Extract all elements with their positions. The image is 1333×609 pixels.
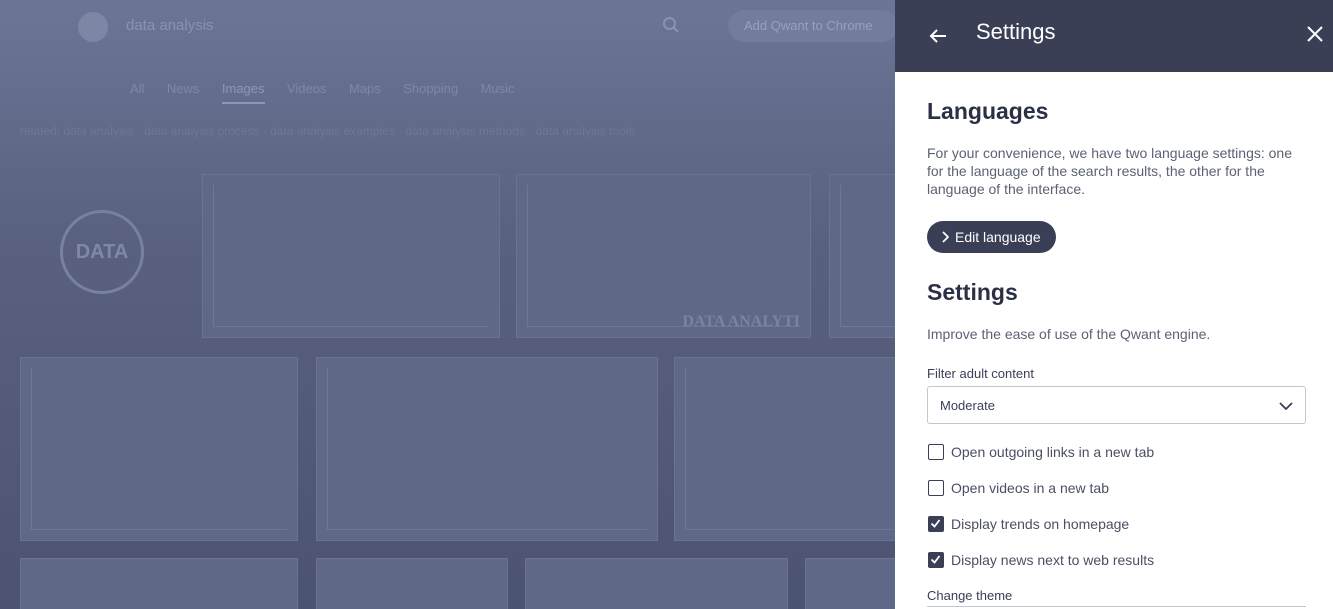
tab-news: News	[166, 81, 200, 96]
tab-all: All	[130, 81, 145, 96]
close-icon	[1307, 26, 1323, 42]
image-tile	[674, 357, 904, 541]
panel-title: Settings	[976, 19, 1056, 44]
chevron-down-icon	[1279, 399, 1293, 413]
filter-adult-value: Moderate	[940, 398, 995, 413]
filter-adult-select[interactable]: Moderate	[927, 386, 1306, 424]
settings-heading: Settings	[927, 279, 1018, 305]
edit-language-button[interactable]: Edit language	[927, 221, 1056, 253]
checkbox-checked[interactable]	[928, 516, 944, 532]
theme-select-top-edge	[927, 606, 1306, 607]
image-tile	[202, 174, 500, 338]
checkbox-unchecked[interactable]	[928, 480, 944, 496]
image-tile	[525, 558, 788, 609]
languages-description: For your convenience, we have two langua…	[927, 145, 1293, 197]
edit-language-label: Edit language	[955, 229, 1041, 245]
qwant-logo	[78, 12, 108, 42]
image-tile-logo: DATA	[60, 210, 144, 294]
filter-adult-label: Filter adult content	[927, 366, 1034, 381]
checkbox-checked[interactable]	[928, 552, 944, 568]
image-tile	[316, 357, 658, 541]
close-button[interactable]	[1305, 24, 1325, 44]
check-icon	[930, 555, 941, 564]
checkbox-label: Open videos in a new tab	[951, 480, 1109, 496]
image-tile	[316, 558, 508, 609]
tab-images: Images	[221, 81, 265, 104]
checkbox-label: Open outgoing links in a new tab	[951, 444, 1155, 460]
checkbox-label: Display trends on homepage	[951, 516, 1130, 532]
search-query: data analysis	[126, 17, 214, 34]
arrow-left-icon	[929, 29, 946, 43]
related-searches: related: data analysis · data analysis p…	[20, 124, 635, 138]
image-tile	[20, 558, 298, 609]
background-tabs: All News Images Videos Maps Shopping Mus…	[130, 80, 533, 108]
search-icon	[662, 16, 680, 34]
image-tile: DATA ANALYTI	[516, 174, 811, 338]
image-tile-caption: DATA ANALYTI	[682, 313, 800, 330]
image-tile	[20, 357, 298, 541]
change-theme-label: Change theme	[927, 588, 1013, 603]
back-button[interactable]	[926, 24, 950, 48]
settings-panel-header: Settings	[895, 0, 1333, 72]
tab-maps: Maps	[348, 81, 381, 96]
image-tile	[805, 558, 905, 609]
settings-description: Improve the ease of use of the Qwant eng…	[927, 326, 1211, 342]
chevron-right-icon	[941, 222, 950, 254]
background-topbar: data analysis Add Qwant to Chrome	[0, 0, 898, 55]
checkbox-label: Display news next to web results	[951, 552, 1155, 568]
add-extension-button: Add Qwant to Chrome	[728, 10, 898, 42]
languages-heading: Languages	[927, 98, 1049, 124]
checkbox-unchecked[interactable]	[928, 444, 944, 460]
tab-music: Music	[480, 81, 515, 96]
tab-shopping: Shopping	[403, 81, 459, 96]
check-icon	[930, 519, 941, 528]
settings-panel: Settings Languages For your convenience,…	[895, 0, 1333, 609]
tab-videos: Videos	[286, 81, 327, 96]
